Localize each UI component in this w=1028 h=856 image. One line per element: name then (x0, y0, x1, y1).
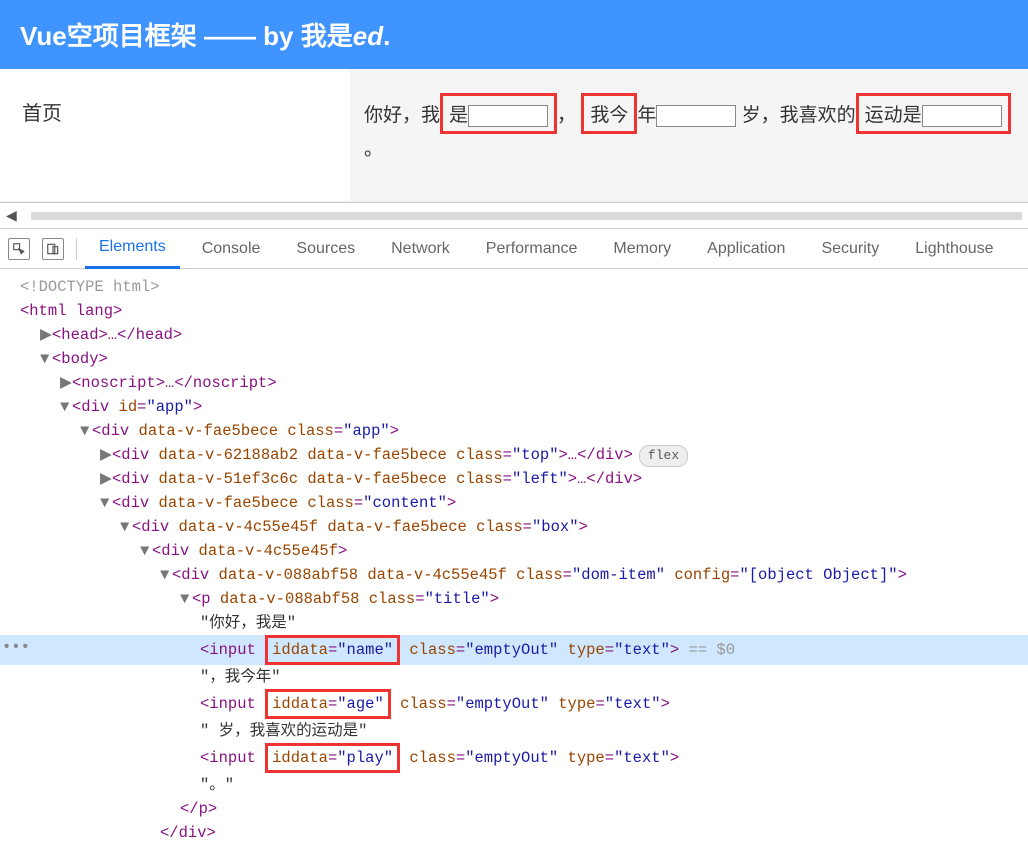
sidebar: 首页 (0, 69, 350, 201)
inspect-element-icon[interactable] (8, 238, 30, 260)
tab-sources[interactable]: Sources (282, 230, 369, 268)
dom-head[interactable]: ▶<head>…</head> (0, 323, 1028, 347)
dom-html[interactable]: <html lang> (0, 299, 1028, 323)
sidebar-item-home[interactable]: 首页 (22, 103, 62, 125)
highlight-age: 我今 (581, 93, 637, 134)
dom-input-name[interactable]: •••<input iddata="name" class="emptyOut"… (0, 635, 1028, 665)
text-hello: 你好，我 (364, 105, 440, 126)
tab-performance[interactable]: Performance (472, 230, 592, 268)
highlight-name: 是 (440, 93, 557, 134)
dom-div-box[interactable]: ▼<div data-v-4c55e45f data-v-fae5bece cl… (0, 515, 1028, 539)
dom-div-app[interactable]: ▼<div id="app"> (0, 395, 1028, 419)
text-comma: ， (557, 105, 576, 126)
dom-div-inner[interactable]: ▼<div data-v-4c55e45f> (0, 539, 1028, 563)
ellipsis-icon: ••• (0, 635, 32, 659)
tab-application[interactable]: Application (693, 230, 799, 268)
header-title-suffix: . (383, 21, 390, 51)
dom-div-close[interactable]: </div> (0, 821, 1028, 845)
devtools-tabs: Elements Console Sources Network Perform… (0, 229, 1028, 269)
separator (76, 238, 77, 260)
dom-text-4[interactable]: "。" (0, 773, 1028, 797)
tab-lighthouse[interactable]: Lighthouse (901, 230, 1007, 268)
devtools-scrollbar-row: ◀ (0, 203, 1028, 229)
dom-div-content[interactable]: ▼<div data-v-fae5bece class="content"> (0, 491, 1028, 515)
devtools-panel: ◀ Elements Console Sources Network Perfo… (0, 202, 1028, 855)
dom-input-age[interactable]: <input iddata="age" class="emptyOut" typ… (0, 689, 1028, 719)
tab-console[interactable]: Console (188, 230, 275, 268)
input-age[interactable] (656, 105, 736, 127)
dom-input-play[interactable]: <input iddata="play" class="emptyOut" ty… (0, 743, 1028, 773)
dom-div-domitem[interactable]: ▼<div data-v-088abf58 data-v-4c55e45f cl… (0, 563, 1028, 587)
device-toolbar-icon[interactable] (42, 238, 64, 260)
text-like: 我喜欢的 (780, 105, 856, 126)
text-years: 岁， (742, 105, 780, 126)
header-title-prefix: Vue空项目框架 —— by 我是 (20, 21, 353, 51)
horizontal-scrollbar[interactable] (31, 212, 1022, 220)
dom-text-3[interactable]: " 岁，我喜欢的运动是" (0, 719, 1028, 743)
scroll-left-icon[interactable]: ◀ (6, 207, 21, 224)
dom-div-top[interactable]: ▶<div data-v-62188ab2 data-v-fae5bece cl… (0, 443, 1028, 467)
highlight-iddata-age: iddata="age" (265, 689, 391, 719)
highlight-iddata-name: iddata="name" (265, 635, 400, 665)
dom-tree[interactable]: <!DOCTYPE html> <html lang> ▶<head>…</he… (0, 269, 1028, 855)
tab-network[interactable]: Network (377, 230, 464, 268)
dom-text-1[interactable]: "你好，我是" (0, 611, 1028, 635)
flex-badge: flex (639, 445, 688, 467)
text-period: 。 (364, 139, 383, 160)
highlight-play: 运动是 (856, 93, 1011, 134)
dom-body[interactable]: ▼<body> (0, 347, 1028, 371)
content-area: 你好，我是， 我今年 岁，我喜欢的运动是。 (350, 69, 1028, 201)
header-title-em: ed (353, 21, 383, 51)
dom-p-close[interactable]: </p> (0, 797, 1028, 821)
dom-text-2[interactable]: "，我今年" (0, 665, 1028, 689)
input-play[interactable] (922, 105, 1002, 127)
page-header: Vue空项目框架 —— by 我是ed. (0, 0, 1028, 69)
dom-doctype[interactable]: <!DOCTYPE html> (0, 275, 1028, 299)
page-row: 首页 你好，我是， 我今年 岁，我喜欢的运动是。 (0, 69, 1028, 202)
dom-div-appclass[interactable]: ▼<div data-v-fae5bece class="app"> (0, 419, 1028, 443)
dom-p-title[interactable]: ▼<p data-v-088abf58 class="title"> (0, 587, 1028, 611)
dom-noscript[interactable]: ▶<noscript>…</noscript> (0, 371, 1028, 395)
input-name[interactable] (468, 105, 548, 127)
tab-security[interactable]: Security (807, 230, 893, 268)
tab-memory[interactable]: Memory (599, 230, 685, 268)
tab-elements[interactable]: Elements (85, 228, 180, 269)
dom-div-left[interactable]: ▶<div data-v-51ef3c6c data-v-fae5bece cl… (0, 467, 1028, 491)
highlight-iddata-play: iddata="play" (265, 743, 400, 773)
